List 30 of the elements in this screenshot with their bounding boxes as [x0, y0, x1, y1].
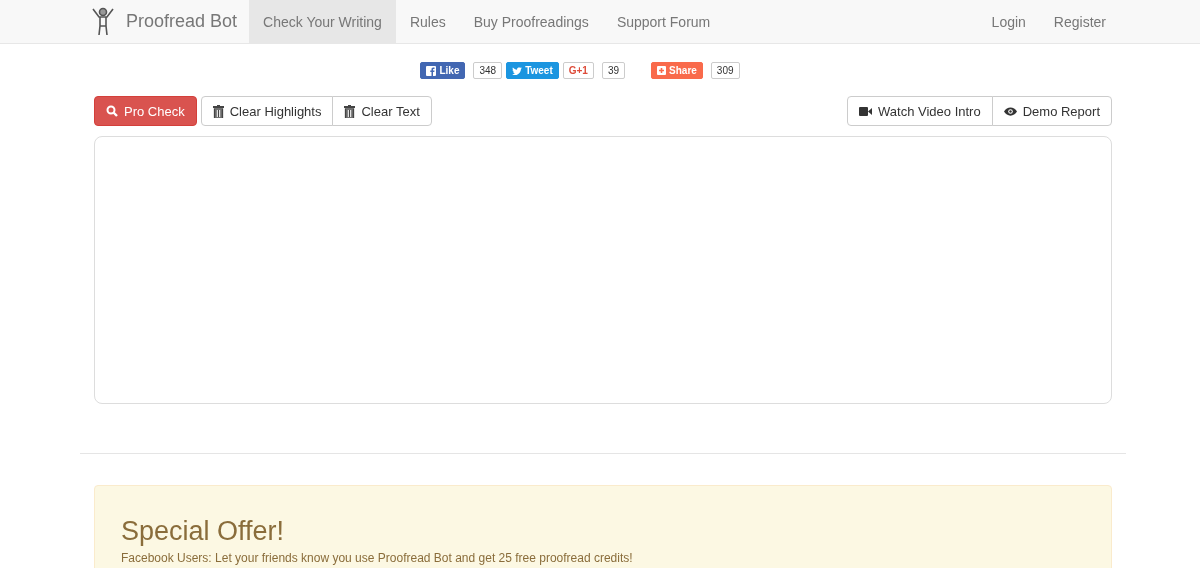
toolbar-button[interactable]: Clear Highlights	[200, 96, 334, 126]
search-icon	[106, 105, 118, 117]
nav-tab[interactable]: Rules	[395, 0, 460, 43]
brand-link[interactable]: Proofread Bot	[92, 0, 238, 43]
share-count: 309	[710, 62, 740, 79]
nav-tab[interactable]: Support Forum	[602, 0, 725, 43]
social-button[interactable]: Share	[651, 62, 703, 79]
toolbar-button[interactable]: Pro Check	[94, 96, 197, 126]
eye-icon	[1003, 106, 1017, 116]
trash-icon	[212, 104, 224, 118]
nav-link[interactable]: Register	[1039, 0, 1120, 43]
social-button[interactable]: G+1	[562, 62, 594, 79]
trash-icon	[344, 104, 356, 118]
social-button[interactable]: Like	[420, 62, 466, 79]
toolbar-button[interactable]: Demo Report	[991, 96, 1112, 126]
video-camera-icon	[859, 106, 873, 116]
offer-text: Facebook Users: Let your friends know you use Proofread Bot and get 25 free proofread credits!	[121, 551, 633, 565]
nav-link[interactable]: Login	[977, 0, 1040, 43]
facebook-icon	[426, 65, 437, 76]
stick-figure-icon	[92, 6, 114, 37]
nav-tab[interactable]: Buy Proofreadings	[459, 0, 603, 43]
nav-tab[interactable]: Check Your Writing	[249, 0, 396, 43]
toolbar-button[interactable]: Clear Text	[332, 96, 432, 126]
social-button[interactable]: Tweet	[506, 62, 559, 79]
plus-icon	[657, 66, 667, 75]
share-count: 348	[473, 62, 503, 79]
offer-title: Special Offer!	[121, 516, 286, 547]
share-count: 39	[601, 62, 626, 79]
bird-icon	[512, 66, 523, 75]
toolbar-button[interactable]: Watch Video Intro	[847, 96, 993, 126]
